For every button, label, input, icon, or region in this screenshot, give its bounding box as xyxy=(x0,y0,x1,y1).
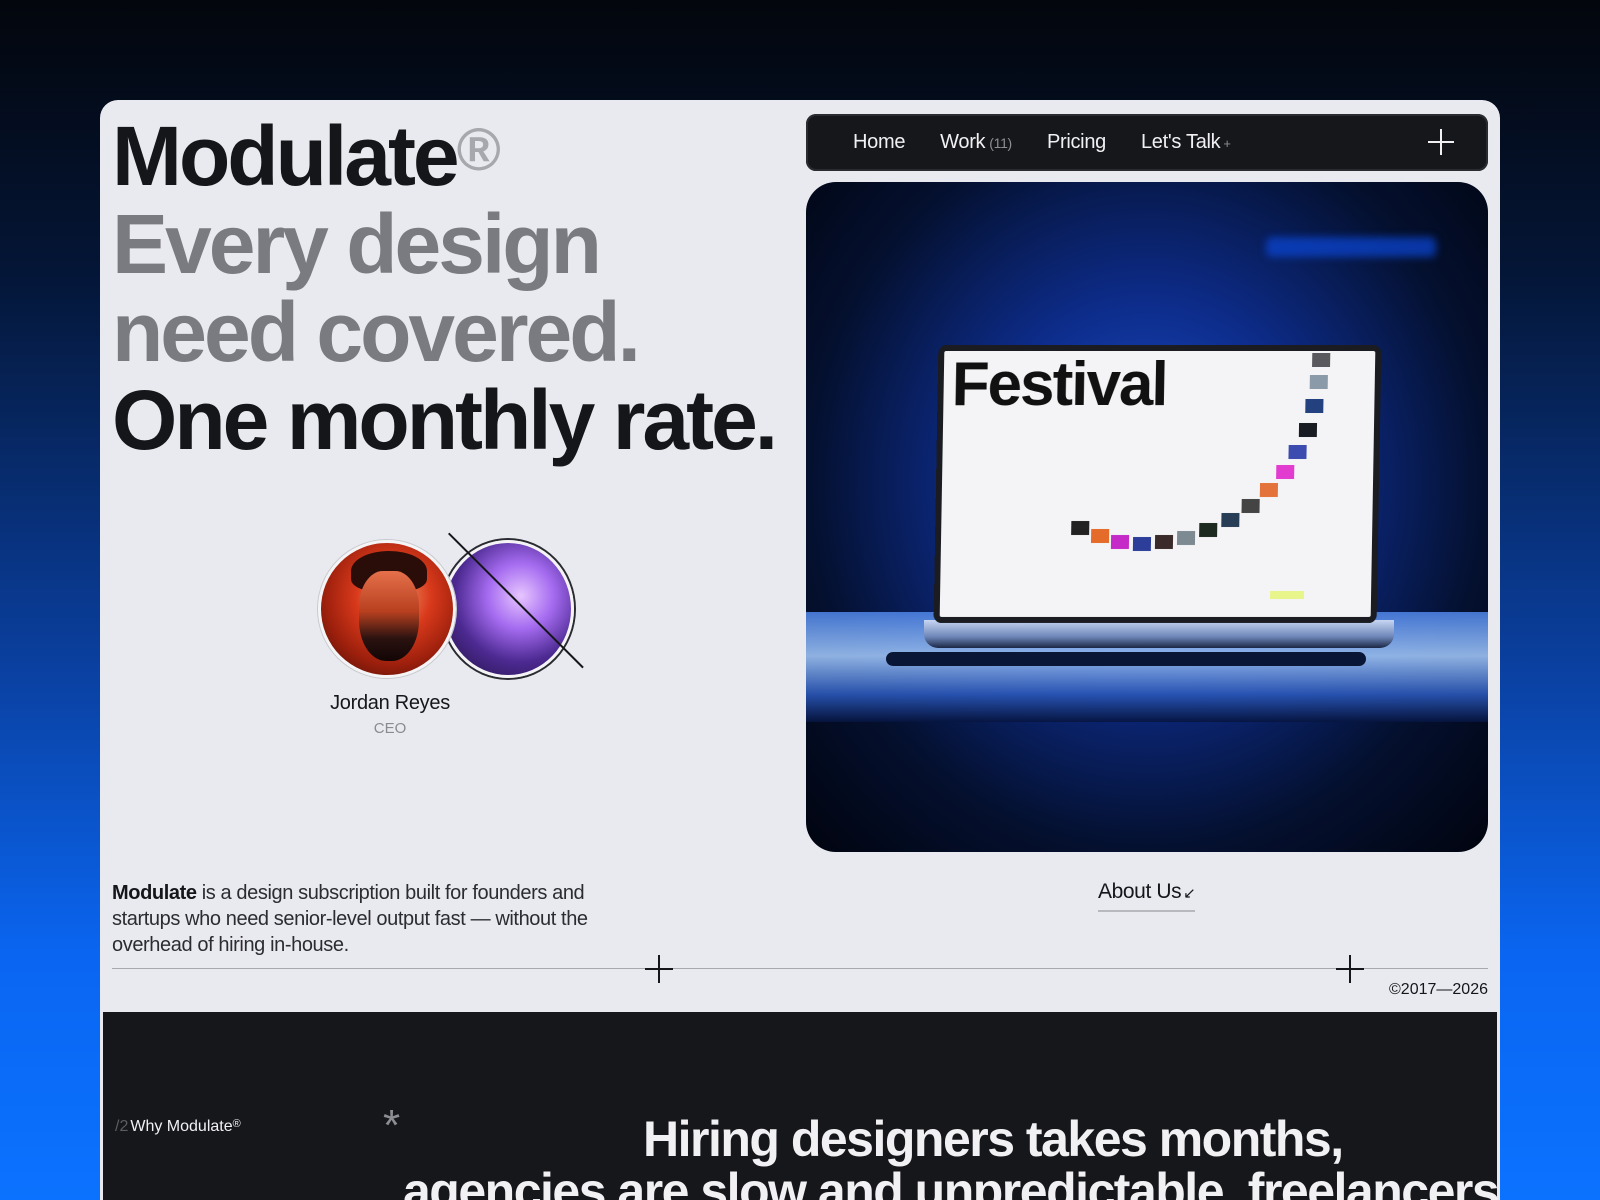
avatar-face xyxy=(359,571,419,661)
screen-tile xyxy=(1305,399,1324,413)
intro-brand: Modulate xyxy=(112,882,197,904)
plus-icon[interactable] xyxy=(1428,129,1454,155)
crosshair-icon xyxy=(645,955,673,983)
why-section: /2 Why Modulate® * Hiring designers takes… xyxy=(103,1012,1500,1200)
nav-pricing[interactable]: Pricing xyxy=(1047,131,1106,154)
divider xyxy=(112,968,1488,969)
screen-tile xyxy=(1259,483,1279,497)
screen-tile xyxy=(1276,465,1295,479)
screen-tile xyxy=(1176,531,1196,545)
lets-talk-plus-icon: + xyxy=(1223,136,1231,151)
abstract-avatar xyxy=(442,540,574,678)
screen-tile xyxy=(1221,513,1240,527)
nav-lets-talk[interactable]: Let's Talk + xyxy=(1141,131,1231,154)
screen-tile xyxy=(1288,445,1307,459)
screen-tile xyxy=(1269,591,1305,599)
crosshair-icon xyxy=(1336,955,1364,983)
screen-tile xyxy=(1110,535,1130,549)
nav-home[interactable]: Home xyxy=(853,131,905,154)
laptop-screen: Festival xyxy=(933,345,1382,623)
arrow-down-left-icon: ↙ xyxy=(1183,885,1196,902)
section-index: /2 xyxy=(115,1118,129,1135)
asterisk-icon: * xyxy=(383,1101,401,1150)
about-us-link[interactable]: About Us ↙ xyxy=(1098,880,1196,912)
ceo-profile: Jordan Reyes CEO xyxy=(318,532,584,740)
section-headline-line-2: agencies are slow and unpredictable, fre… xyxy=(403,1163,1500,1200)
intro-text: Modulate is a design subscription built … xyxy=(112,882,588,956)
hero-line-3: need covered. xyxy=(112,285,641,379)
hero-headline: Modulate® Every design need covered. One… xyxy=(112,109,778,467)
hero-line-4: One monthly rate. xyxy=(112,373,778,467)
hero-line-2: Every design xyxy=(112,197,602,291)
screen-tile xyxy=(1309,375,1328,389)
laptop-showcase-image: Festival xyxy=(806,182,1488,852)
work-count: (11) xyxy=(989,135,1012,151)
screen-tile xyxy=(1241,499,1260,513)
screen-tile xyxy=(1298,423,1318,437)
screen-tile xyxy=(1071,521,1090,535)
screen-title: Festival xyxy=(951,350,1168,419)
screen-tile xyxy=(1154,535,1174,549)
nav-work[interactable]: Work (11) xyxy=(940,131,1012,154)
registered-mark: ® xyxy=(456,116,501,183)
registered-mark: ® xyxy=(232,1118,241,1130)
laptop-shadow xyxy=(886,652,1366,666)
laptop-base xyxy=(924,620,1394,648)
background-light xyxy=(1266,237,1436,257)
top-nav: Home Work (11) Pricing Let's Talk + xyxy=(806,114,1488,171)
screen-tile xyxy=(1199,523,1218,537)
screen-tile xyxy=(1090,529,1110,543)
brand-title: Modulate® xyxy=(112,109,501,203)
screen-tile xyxy=(1312,353,1331,367)
profile-name: Jordan Reyes xyxy=(330,692,450,714)
avatar xyxy=(318,540,456,678)
screen-tile xyxy=(1132,537,1152,551)
page-card: Modulate® Every design need covered. One… xyxy=(100,100,1500,1200)
copyright: ©2017—2026 xyxy=(1389,981,1488,998)
section-headline-line-1: Hiring designers takes months, xyxy=(643,1111,1344,1167)
profile-role: CEO xyxy=(373,720,407,737)
section-label: /2 Why Modulate® xyxy=(115,1118,241,1135)
